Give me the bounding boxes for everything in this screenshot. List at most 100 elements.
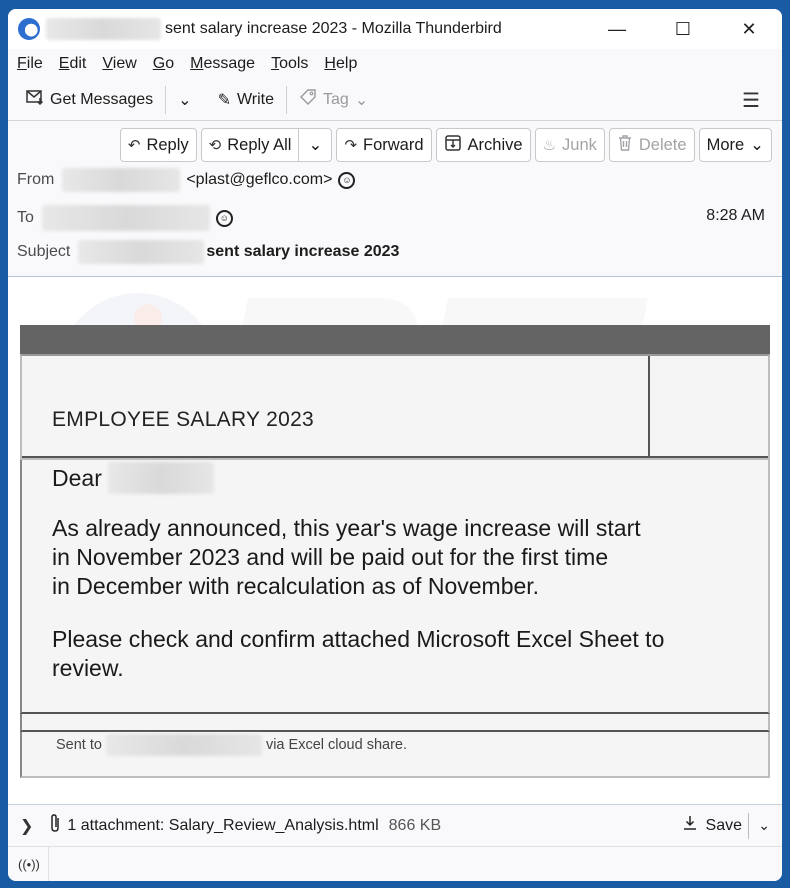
email-title-side-cell xyxy=(650,356,768,458)
footer-prefix: Sent to xyxy=(56,737,102,753)
chevron-down-icon: ⌄ xyxy=(758,817,770,833)
subject-label: Subject xyxy=(17,243,71,260)
get-messages-dropdown[interactable]: ⌄ xyxy=(172,84,197,116)
title-bar: sent salary increase 2023 - Mozilla Thun… xyxy=(8,9,782,49)
email-title-row: EMPLOYEE SALARY 2023 xyxy=(20,354,770,460)
redacted-sender-name xyxy=(62,168,181,192)
message-header: ↶ Reply ⟲ Reply All ⌄ ↷ Forward Archive ♨ Ju… xyxy=(8,121,782,277)
tag-icon xyxy=(299,88,317,111)
forward-button[interactable]: ↷ Forward xyxy=(336,128,432,162)
paragraph-line: in November 2023 and will be paid out fo… xyxy=(52,544,609,570)
menu-label: iew xyxy=(112,55,137,72)
save-divider xyxy=(748,812,749,839)
close-button[interactable]: ✕ xyxy=(716,9,782,49)
archive-icon xyxy=(444,134,462,156)
menu-go[interactable]: Go xyxy=(153,55,174,73)
greeting-text: Dear xyxy=(52,464,102,491)
paragraph-request: Please check and confirm attached Micros… xyxy=(52,626,665,681)
reply-all-main[interactable]: ⟲ Reply All xyxy=(202,129,300,161)
menu-label: dit xyxy=(69,55,87,72)
reply-icon: ↶ xyxy=(127,137,141,154)
junk-button[interactable]: ♨ Junk xyxy=(534,128,605,162)
close-icon: ✕ xyxy=(741,18,757,39)
main-toolbar: Get Messages ⌄ ✎ Write Tag ⌄ ☰ xyxy=(8,79,782,121)
reply-all-button[interactable]: ⟲ Reply All ⌄ xyxy=(200,128,333,162)
more-button[interactable]: More ⌄ xyxy=(698,128,772,162)
menu-message[interactable]: Message xyxy=(190,55,255,73)
to-row: To ☺ xyxy=(17,205,233,231)
tag-button[interactable]: Tag ⌄ xyxy=(293,84,374,116)
reply-all-icon: ⟲ xyxy=(208,137,222,154)
menu-accel: G xyxy=(152,55,166,72)
redacted-title-prefix xyxy=(46,18,161,40)
toolbar-divider xyxy=(286,85,288,114)
chevron-down-icon: ⌄ xyxy=(178,91,192,109)
menu-view[interactable]: View xyxy=(102,55,136,73)
menu-label: ile xyxy=(26,55,43,72)
attachment-size: 866 KB xyxy=(388,816,442,834)
menu-accel: V xyxy=(102,55,113,72)
expand-attachments-toggle[interactable]: ❯ xyxy=(20,816,33,836)
add-contact-icon[interactable]: ☺ xyxy=(338,171,356,189)
get-messages-icon xyxy=(26,89,44,110)
email-content: EMPLOYEE SALARY 2023 Dear As already ann… xyxy=(20,325,770,778)
email-spacer-row xyxy=(20,714,770,732)
from-email[interactable]: <plast@geflco.com> xyxy=(186,171,332,189)
online-status-icon[interactable]: ((•)) xyxy=(18,857,40,872)
message-time: 8:28 AM xyxy=(706,207,765,224)
delete-button[interactable]: Delete xyxy=(608,128,695,162)
forward-label: Forward xyxy=(363,135,424,154)
menu-bar: File Edit View Go Message Tools Help xyxy=(8,49,782,79)
redacted-footer-email xyxy=(105,734,262,756)
status-divider xyxy=(48,847,49,881)
menu-file[interactable]: File xyxy=(17,55,43,73)
hamburger-icon: ☰ xyxy=(742,90,760,112)
paragraph-announcement: As already announced, this year's wage i… xyxy=(52,514,738,601)
get-messages-button[interactable]: Get Messages xyxy=(20,84,159,116)
minimize-icon: — xyxy=(608,18,626,39)
reply-label: Reply xyxy=(146,135,189,154)
write-button[interactable]: ✎ Write xyxy=(212,84,280,116)
archive-label: Archive xyxy=(467,135,523,154)
menu-tools[interactable]: Tools xyxy=(271,55,308,73)
menu-accel: E xyxy=(58,55,70,72)
menu-accel: M xyxy=(190,55,204,72)
reply-button[interactable]: ↶ Reply xyxy=(119,128,197,162)
menu-help[interactable]: Help xyxy=(324,55,357,73)
subject-row: Subject sent salary increase 2023 xyxy=(17,240,399,264)
menu-accel: T xyxy=(271,55,280,72)
paragraph-line: As already announced, this year's wage i… xyxy=(52,515,641,541)
app-menu-button[interactable]: ☰ xyxy=(742,88,760,113)
maximize-button[interactable]: ☐ xyxy=(650,9,716,49)
chevron-down-icon: ⌄ xyxy=(750,136,764,154)
write-label: Write xyxy=(236,90,275,108)
thunderbird-logo-icon xyxy=(18,18,40,40)
attachment-label[interactable]: 1 attachment: Salary_Review_Analysis.htm… xyxy=(67,817,378,835)
menu-label: essage xyxy=(203,55,256,72)
delete-label: Delete xyxy=(638,135,687,154)
pencil-icon: ✎ xyxy=(217,91,231,109)
from-row: From <plast@geflco.com> ☺ xyxy=(17,168,356,192)
menu-label: elp xyxy=(335,55,358,72)
save-label: Save xyxy=(705,816,742,834)
minimize-button[interactable]: — xyxy=(584,9,650,49)
junk-label: Junk xyxy=(562,135,597,154)
archive-button[interactable]: Archive xyxy=(435,128,531,162)
menu-edit[interactable]: Edit xyxy=(59,55,87,73)
attachment-bar: ❯ 1 attachment: Salary_Review_Analysis.h… xyxy=(8,804,782,846)
email-title: EMPLOYEE SALARY 2023 xyxy=(22,356,650,458)
save-button[interactable]: Save xyxy=(682,815,742,836)
download-icon xyxy=(682,815,698,836)
save-dropdown[interactable]: ⌄ xyxy=(758,817,770,834)
redacted-recipient xyxy=(41,205,210,231)
redacted-recipient-name xyxy=(107,462,214,494)
menu-accel: F xyxy=(17,55,27,72)
paragraph-line: in December with recalculation as of Nov… xyxy=(52,573,540,599)
menu-label: o xyxy=(165,55,175,72)
add-contact-icon[interactable]: ☺ xyxy=(215,209,233,227)
get-messages-label: Get Messages xyxy=(50,90,154,108)
message-body: EMPLOYEE SALARY 2023 Dear As already ann… xyxy=(8,288,782,804)
reply-all-dropdown[interactable]: ⌄ xyxy=(299,129,331,161)
more-label: More xyxy=(706,135,745,154)
chevron-down-icon: ⌄ xyxy=(354,91,369,109)
